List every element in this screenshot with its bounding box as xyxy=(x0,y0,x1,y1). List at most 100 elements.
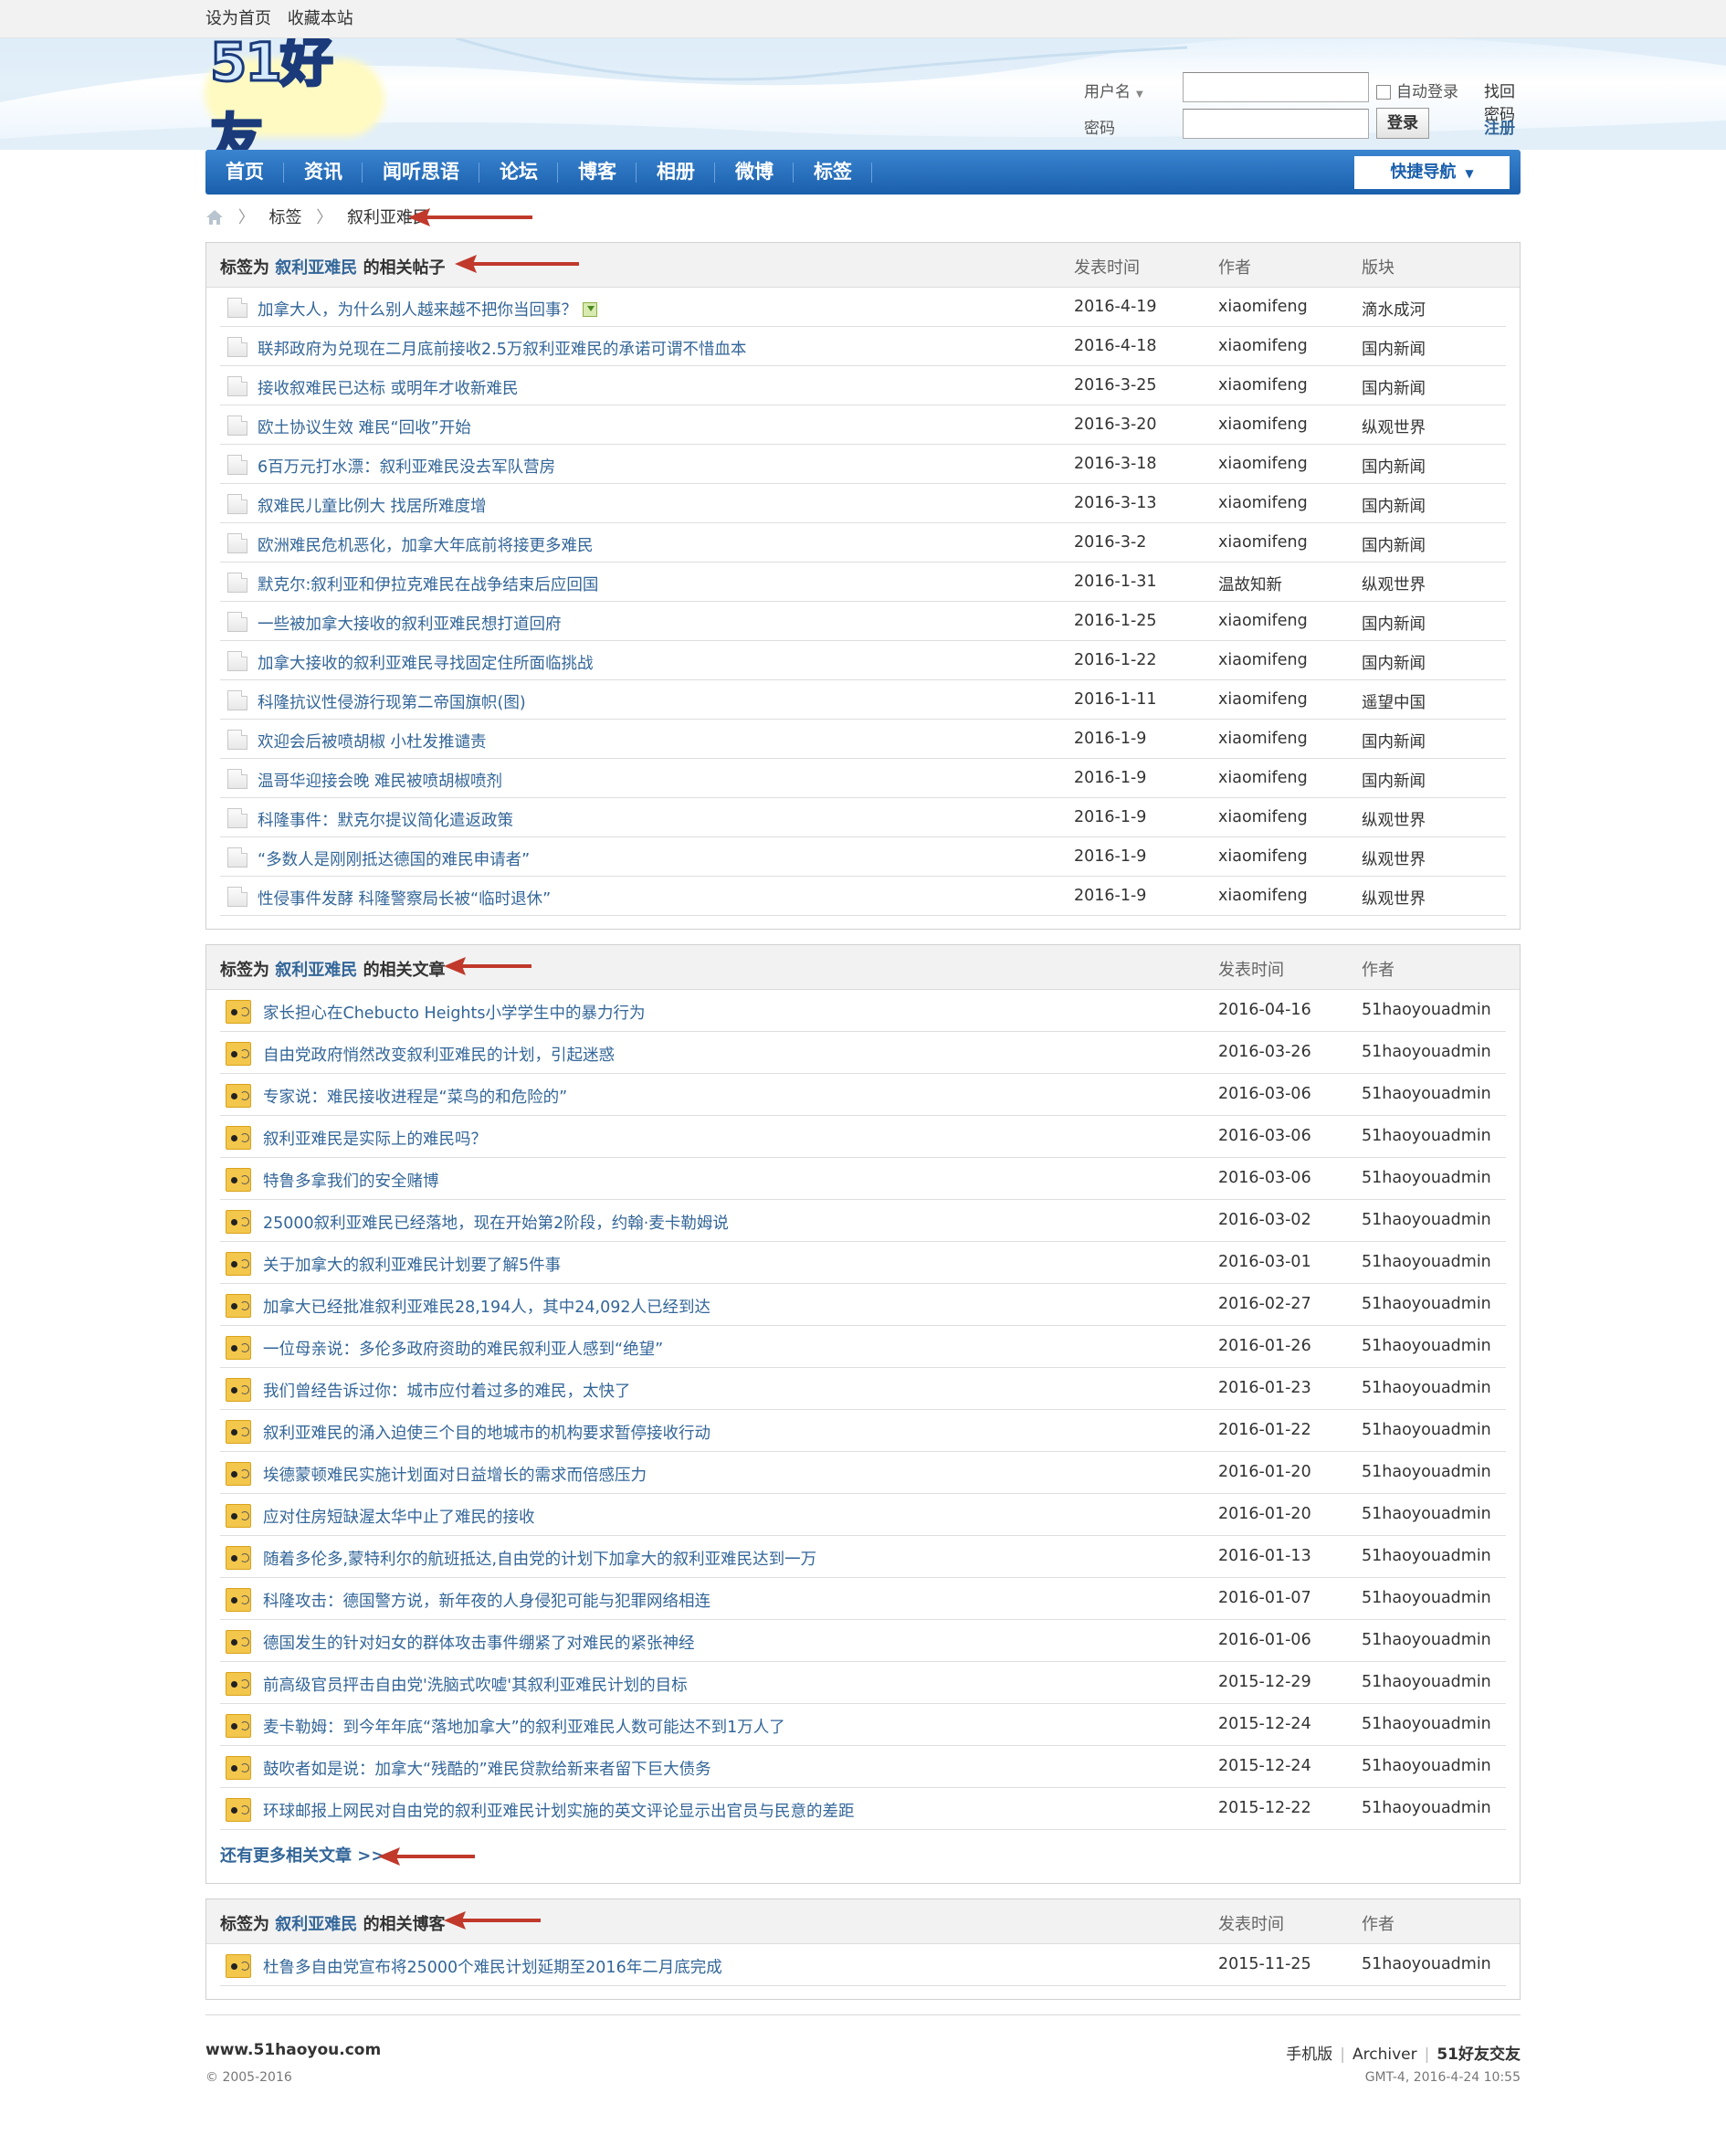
thread-title[interactable]: “多数人是刚刚抵达德国的难民申请者” xyxy=(258,847,530,870)
article-author[interactable]: 51haoyouadmin xyxy=(1362,1631,1491,1649)
thread-title[interactable]: 加拿大人，为什么别人越来越不把你当回事？ xyxy=(258,298,597,321)
bookmark-link[interactable]: 收藏本站 xyxy=(288,9,353,28)
article-author[interactable]: 51haoyouadmin xyxy=(1362,1127,1491,1145)
thread-author[interactable]: xiaomifeng xyxy=(1218,612,1308,630)
thread-author[interactable]: xiaomifeng xyxy=(1218,533,1308,552)
nav-item[interactable]: 微博 xyxy=(715,150,794,195)
nav-item[interactable]: 相册 xyxy=(637,150,715,195)
article-title[interactable]: 特鲁多拿我们的安全赌博 xyxy=(263,1169,439,1192)
thread-forum[interactable]: 国内新闻 xyxy=(1362,533,1426,556)
article-author[interactable]: 51haoyouadmin xyxy=(1362,1043,1491,1061)
thread-forum[interactable]: 纵观世界 xyxy=(1362,887,1426,910)
article-author[interactable]: 51haoyouadmin xyxy=(1362,1673,1491,1691)
article-author[interactable]: 51haoyouadmin xyxy=(1362,1169,1491,1187)
username-input[interactable] xyxy=(1183,72,1369,102)
article-title[interactable]: 德国发生的针对妇女的群体攻击事件绷紧了对难民的紧张神经 xyxy=(263,1631,695,1654)
thread-forum[interactable]: 国内新闻 xyxy=(1362,337,1426,360)
nav-item[interactable]: 博客 xyxy=(558,150,637,195)
article-title[interactable]: 加拿大已经批准叙利亚难民28,194人，其中24,092人已经到达 xyxy=(263,1295,710,1318)
thread-title[interactable]: 科隆抗议性侵游行现第二帝国旗帜(图) xyxy=(258,690,526,713)
article-author[interactable]: 51haoyouadmin xyxy=(1362,1715,1491,1733)
article-title[interactable]: 叙利亚难民是实际上的难民吗？ xyxy=(263,1127,487,1150)
article-author[interactable]: 51haoyouadmin xyxy=(1362,1295,1491,1313)
thread-forum[interactable]: 国内新闻 xyxy=(1362,769,1426,792)
thread-author[interactable]: xiaomifeng xyxy=(1218,376,1308,394)
nav-item[interactable]: 资讯 xyxy=(284,150,363,195)
thread-forum[interactable]: 国内新闻 xyxy=(1362,494,1426,517)
thread-author[interactable]: xiaomifeng xyxy=(1218,847,1308,866)
set-home-link[interactable]: 设为首页 xyxy=(205,9,271,28)
autologin-checkbox[interactable]: 自动登录 xyxy=(1376,79,1458,101)
nav-item[interactable]: 首页 xyxy=(205,150,284,195)
thread-title[interactable]: 温哥华迎接会晚 难民被喷胡椒喷剂 xyxy=(258,769,502,792)
article-title[interactable]: 家长担心在Chebucto Heights小学学生中的暴力行为 xyxy=(263,1001,646,1024)
thread-title[interactable]: 联邦政府为兑现在二月底前接收2.5万叙利亚难民的承诺可谓不惜血本 xyxy=(258,337,746,360)
thread-title[interactable]: 一些被加拿大接收的叙利亚难民想打道回府 xyxy=(258,612,562,635)
thread-author[interactable]: xiaomifeng xyxy=(1218,730,1308,748)
login-button[interactable]: 登录 xyxy=(1376,108,1429,139)
thread-author[interactable]: xiaomifeng xyxy=(1218,455,1308,473)
home-icon[interactable] xyxy=(205,197,224,245)
blog-author[interactable]: 51haoyouadmin xyxy=(1362,1955,1491,1973)
thread-forum[interactable]: 国内新闻 xyxy=(1362,612,1426,635)
quick-nav-button[interactable]: 快捷导航 ▼ xyxy=(1354,156,1510,189)
nav-item[interactable]: 论坛 xyxy=(479,150,558,195)
article-title[interactable]: 一位母亲说：多伦多政府资助的难民叙利亚人感到“绝望” xyxy=(263,1337,663,1360)
article-author[interactable]: 51haoyouadmin xyxy=(1362,1757,1491,1775)
article-title[interactable]: 麦卡勒姆：到今年年底“落地加拿大”的叙利亚难民人数可能达不到1万人了 xyxy=(263,1715,785,1738)
thread-title[interactable]: 性侵事件发酵 科隆警察局长被“临时退休” xyxy=(258,887,551,910)
thread-title[interactable]: 6百万元打水漂：叙利亚难民没去军队营房 xyxy=(258,455,555,478)
article-author[interactable]: 51haoyouadmin xyxy=(1362,1001,1491,1019)
register-link[interactable]: 注册 xyxy=(1484,115,1515,138)
article-author[interactable]: 51haoyouadmin xyxy=(1362,1337,1491,1355)
article-title[interactable]: 我们曾经告诉过你：城市应付着过多的难民，太快了 xyxy=(263,1379,631,1402)
thread-author[interactable]: xiaomifeng xyxy=(1218,887,1308,905)
thread-forum[interactable]: 国内新闻 xyxy=(1362,455,1426,478)
article-title[interactable]: 叙利亚难民的涌入迫使三个目的地城市的机构要求暂停接收行动 xyxy=(263,1421,710,1444)
thread-forum[interactable]: 国内新闻 xyxy=(1362,730,1426,752)
thread-author[interactable]: xiaomifeng xyxy=(1218,651,1308,669)
thread-title[interactable]: 欧洲难民危机恶化，加拿大年底前将接更多难民 xyxy=(258,533,594,556)
thread-title[interactable]: 默克尔:叙利亚和伊拉克难民在战争结束后应回国 xyxy=(258,573,598,595)
article-title[interactable]: 科隆攻击：德国警方说，新年夜的人身侵犯可能与犯罪网络相连 xyxy=(263,1589,710,1612)
password-input[interactable] xyxy=(1183,109,1369,139)
article-title[interactable]: 鼓吹者如是说：加拿大“残酷的”难民贷款给新来者留下巨大债务 xyxy=(263,1757,711,1780)
username-label[interactable]: 用户名 ▼ xyxy=(1084,79,1143,101)
thread-title[interactable]: 接收叙难民已达标 或明年才收新难民 xyxy=(258,376,519,399)
article-author[interactable]: 51haoyouadmin xyxy=(1362,1589,1491,1607)
article-title[interactable]: 关于加拿大的叙利亚难民计划要了解5件事 xyxy=(263,1253,561,1276)
thread-title[interactable]: 叙难民儿童比例大 找居所难度增 xyxy=(258,494,487,517)
thread-author[interactable]: xiaomifeng xyxy=(1218,769,1308,787)
more-articles-link[interactable]: 还有更多相关文章 >> xyxy=(206,1830,1520,1883)
article-author[interactable]: 51haoyouadmin xyxy=(1362,1421,1491,1439)
nav-item[interactable]: 闻听思语 xyxy=(363,150,479,195)
thread-author[interactable]: xiaomifeng xyxy=(1218,808,1308,826)
thread-forum[interactable]: 国内新闻 xyxy=(1362,651,1426,674)
mobile-link[interactable]: 手机版 xyxy=(1286,2046,1332,2064)
thread-forum[interactable]: 国内新闻 xyxy=(1362,376,1426,399)
article-author[interactable]: 51haoyouadmin xyxy=(1362,1085,1491,1103)
thread-author[interactable]: xiaomifeng xyxy=(1218,690,1308,709)
thread-title[interactable]: 科隆事件：默克尔提议简化遣返政策 xyxy=(258,808,513,831)
article-title[interactable]: 专家说：难民接收进程是“菜鸟的和危险的” xyxy=(263,1085,567,1108)
thread-forum[interactable]: 滴水成河 xyxy=(1362,298,1426,321)
thread-forum[interactable]: 纵观世界 xyxy=(1362,573,1426,595)
article-title[interactable]: 自由党政府悄然改变叙利亚难民的计划，引起迷惑 xyxy=(263,1043,615,1066)
thread-author[interactable]: 温故知新 xyxy=(1218,573,1282,595)
article-author[interactable]: 51haoyouadmin xyxy=(1362,1379,1491,1397)
article-author[interactable]: 51haoyouadmin xyxy=(1362,1463,1491,1481)
article-title[interactable]: 随着多伦多,蒙特利尔的航班抵达,自由党的计划下加拿大的叙利亚难民达到一万 xyxy=(263,1547,816,1570)
thread-author[interactable]: xiaomifeng xyxy=(1218,494,1308,512)
blog-title[interactable]: 杜鲁多自由党宣布将25000个难民计划延期至2016年二月底完成 xyxy=(263,1955,722,1978)
article-author[interactable]: 51haoyouadmin xyxy=(1362,1799,1491,1817)
nav-item[interactable]: 标签 xyxy=(794,150,872,195)
article-author[interactable]: 51haoyouadmin xyxy=(1362,1505,1491,1523)
thread-forum[interactable]: 纵观世界 xyxy=(1362,415,1426,438)
thread-title[interactable]: 欢迎会后被喷胡椒 小杜发推谴责 xyxy=(258,730,487,752)
archiver-link[interactable]: Archiver xyxy=(1352,2046,1417,2064)
article-title[interactable]: 埃德蒙顿难民实施计划面对日益增长的需求而倍感压力 xyxy=(263,1463,647,1486)
thread-forum[interactable]: 纵观世界 xyxy=(1362,808,1426,831)
thread-author[interactable]: xiaomifeng xyxy=(1218,415,1308,434)
article-author[interactable]: 51haoyouadmin xyxy=(1362,1547,1491,1565)
site-logo[interactable]: 51好友 xyxy=(209,38,379,150)
